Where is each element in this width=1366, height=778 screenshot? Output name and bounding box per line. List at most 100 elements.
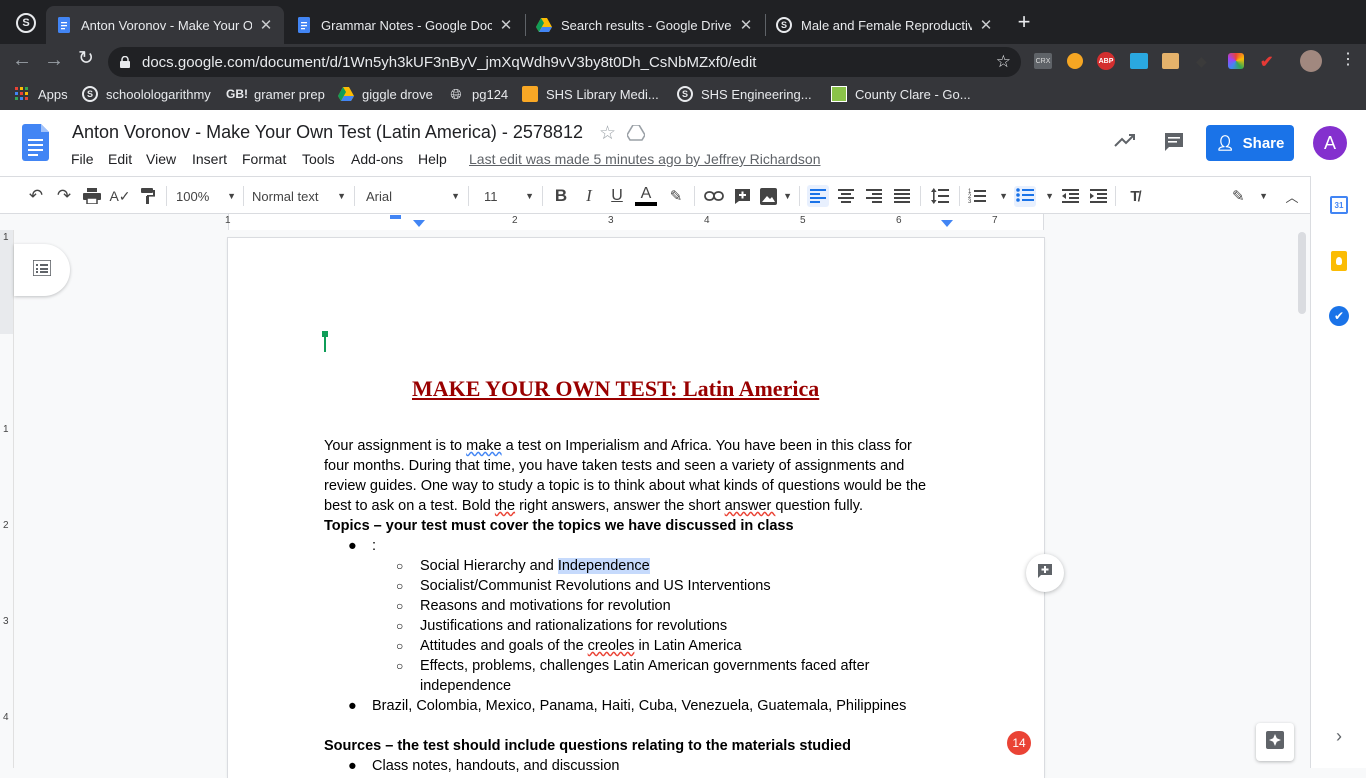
insert-link-icon[interactable] <box>703 185 725 207</box>
spelling-suggestion[interactable]: answer <box>725 498 776 514</box>
move-to-drive-icon[interactable] <box>626 124 646 141</box>
sub-bullet-item[interactable]: ○ Socialist/Communist Revolutions and US … <box>396 576 771 596</box>
font-select[interactable]: Arial ▼ <box>366 185 460 207</box>
add-comment-button[interactable] <box>1026 554 1064 592</box>
spelling-suggestion[interactable]: creoles <box>588 638 635 654</box>
reload-icon[interactable]: ↻ <box>78 49 98 69</box>
forward-icon[interactable]: → <box>44 50 64 70</box>
undo-icon[interactable]: ↶ <box>26 185 46 207</box>
menu-view[interactable]: View <box>146 151 176 167</box>
extension-icon[interactable]: ◆ <box>1196 53 1212 69</box>
menu-help[interactable]: Help <box>418 151 447 167</box>
profile-avatar[interactable] <box>1300 50 1322 72</box>
underline-icon[interactable]: U <box>607 185 627 207</box>
explore-button[interactable] <box>1256 723 1294 761</box>
notification-badge[interactable]: 14 <box>1007 731 1031 755</box>
bold-icon[interactable]: B <box>551 185 571 207</box>
browser-tab[interactable]: S Male and Female Reproductive ✕ <box>766 6 1004 44</box>
extension-icon[interactable] <box>1130 53 1148 69</box>
align-left-icon[interactable] <box>807 185 829 207</box>
account-avatar[interactable]: A <box>1313 126 1347 160</box>
star-icon[interactable]: ☆ <box>599 122 616 145</box>
close-icon[interactable]: ✕ <box>738 16 754 34</box>
address-bar[interactable]: docs.google.com/document/d/1Wn5yh3kUF3nB… <box>108 47 1021 77</box>
vertical-scrollbar-thumb[interactable] <box>1298 232 1306 314</box>
selected-text[interactable]: Independence <box>557 558 650 574</box>
color-extension-icon[interactable] <box>1228 53 1244 69</box>
menu-format[interactable]: Format <box>242 151 286 167</box>
adblock-plus-icon[interactable]: ABP <box>1097 52 1115 70</box>
sub-bullet-item[interactable]: ○ Effects, problems, challenges Latin Ame… <box>396 656 869 676</box>
paint-format-icon[interactable] <box>138 185 158 207</box>
menu-dots-icon[interactable]: ⋮ <box>1340 50 1356 70</box>
bulleted-list-icon[interactable]: ▼ <box>1014 185 1054 207</box>
bookmark-shs-library[interactable]: SHS Library Medi... <box>522 86 659 102</box>
justify-icon[interactable] <box>891 185 913 207</box>
crx-extension-icon[interactable]: CRX <box>1034 53 1052 69</box>
left-margin-marker[interactable] <box>413 220 425 227</box>
browser-tab-active[interactable]: Anton Voronov - Make Your Ow ✕ <box>46 6 284 44</box>
browser-tab[interactable]: Search results - Google Drive ✕ <box>526 6 764 44</box>
extension-icon[interactable]: ✔ <box>1260 52 1278 71</box>
intro-line[interactable]: Your assignment is to make a test on Imp… <box>324 436 912 456</box>
collapse-toolbar-icon[interactable]: ︿ <box>1282 185 1302 207</box>
sub-bullet-item[interactable]: ○ Social Hierarchy and Independence <box>396 556 650 576</box>
intro-line[interactable]: best to ask on a test. Bold the right an… <box>324 496 863 516</box>
sources-heading[interactable]: Sources – the test should include questi… <box>324 736 851 756</box>
close-icon[interactable]: ✕ <box>978 16 994 34</box>
document-outline-button[interactable] <box>14 244 70 296</box>
document-title[interactable]: Anton Voronov - Make Your Own Test (Lati… <box>72 122 583 143</box>
bookmark-county-clare[interactable]: County Clare - Go... <box>831 86 971 102</box>
font-size-select[interactable]: 11 ▼ <box>478 185 534 207</box>
numbered-list-icon[interactable]: 1 2 3 ▼ <box>968 185 1008 207</box>
menu-file[interactable]: File <box>71 151 94 167</box>
activity-trend-icon[interactable] <box>1114 132 1136 150</box>
menu-edit[interactable]: Edit <box>108 151 132 167</box>
calendar-icon[interactable]: 31 <box>1330 196 1348 214</box>
print-icon[interactable] <box>82 185 102 207</box>
grammar-suggestion[interactable]: make <box>466 438 501 454</box>
owl-extension-icon[interactable] <box>1067 53 1083 69</box>
italic-icon[interactable]: I <box>579 185 599 207</box>
intro-line[interactable]: review guides. One way to study a topic … <box>324 476 926 496</box>
indent-marker[interactable] <box>390 215 401 219</box>
bullet-item[interactable]: ● Class notes, handouts, and discussion <box>348 756 619 776</box>
last-edit-link[interactable]: Last edit was made 5 minutes ago by Jeff… <box>469 151 820 167</box>
bookmark-apps[interactable]: Apps <box>14 86 68 102</box>
schoology-app-icon[interactable]: S <box>16 13 36 33</box>
text-color-icon[interactable]: A <box>634 185 658 207</box>
decrease-indent-icon[interactable] <box>1059 185 1081 207</box>
menu-insert[interactable]: Insert <box>192 151 227 167</box>
document-heading[interactable]: MAKE YOUR OWN TEST: Latin America <box>412 376 819 402</box>
bookmark-shs-engineering[interactable]: S SHS Engineering... <box>677 86 812 102</box>
comment-history-icon[interactable] <box>1164 132 1186 152</box>
close-icon[interactable]: ✕ <box>498 16 514 34</box>
menu-tools[interactable]: Tools <box>302 151 335 167</box>
spelling-suggestion[interactable]: the <box>495 498 515 514</box>
browser-tab[interactable]: Grammar Notes - Google Docs ✕ <box>286 6 524 44</box>
align-right-icon[interactable] <box>863 185 885 207</box>
line-spacing-icon[interactable] <box>929 185 951 207</box>
bullet-item[interactable]: ● Brazil, Colombia, Mexico, Panama, Haiti… <box>348 696 906 716</box>
clear-formatting-icon[interactable]: T̸ <box>1124 185 1146 207</box>
right-margin-marker[interactable] <box>941 220 953 227</box>
insert-image-icon[interactable]: ▼ <box>760 185 792 207</box>
new-tab-icon[interactable]: + <box>1014 11 1034 33</box>
bookmark-schoology[interactable]: S schoolologarithmy <box>82 86 211 102</box>
sub-bullet-item[interactable]: ○ Reasons and motivations for revolution <box>396 596 671 616</box>
docs-logo-icon[interactable] <box>22 124 49 161</box>
increase-indent-icon[interactable] <box>1087 185 1109 207</box>
zoom-select[interactable]: 100% ▼ <box>176 185 236 207</box>
intro-line[interactable]: four months. During that time, you have … <box>324 456 904 476</box>
style-select[interactable]: Normal text ▼ <box>252 185 346 207</box>
menu-add-ons[interactable]: Add-ons <box>351 151 403 167</box>
align-center-icon[interactable] <box>835 185 857 207</box>
editing-mode-icon[interactable]: ✎ ▼ <box>1232 185 1268 207</box>
sub-bullet-continuation[interactable]: independence <box>420 676 511 696</box>
keep-icon[interactable] <box>1331 251 1347 271</box>
share-button[interactable]: 👤︎ Share <box>1206 125 1294 161</box>
bullet-item[interactable]: ●: <box>348 536 376 556</box>
topics-heading[interactable]: Topics – your test must cover the topics… <box>324 516 794 536</box>
extension-icon[interactable] <box>1162 53 1179 69</box>
back-icon[interactable]: ← <box>12 50 32 70</box>
